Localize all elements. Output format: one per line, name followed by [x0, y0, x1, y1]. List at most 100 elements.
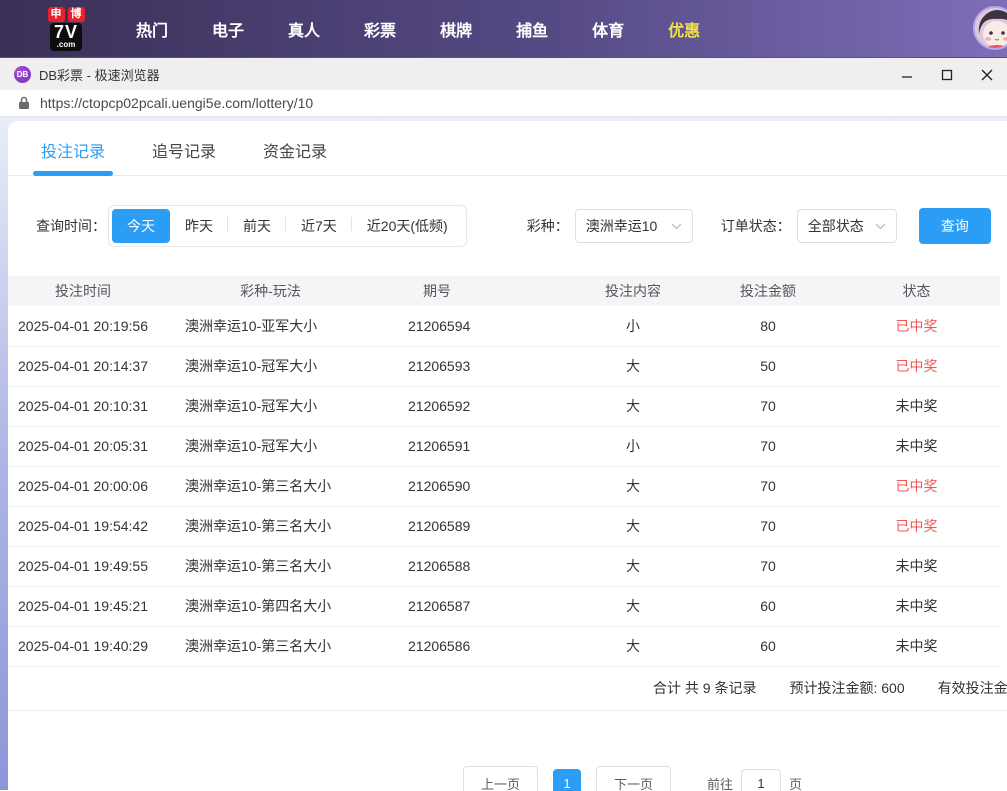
- url-text[interactable]: https://ctopcp02pcali.uengi5e.com/lotter…: [40, 95, 313, 111]
- time-option-7days[interactable]: 近7天: [286, 209, 352, 243]
- page-suffix-label: 页: [789, 774, 802, 791]
- cell-bet-content: 大: [563, 546, 703, 586]
- page-background: 投注记录 追号记录 资金记录 查询时间： 今天 昨天 前天 近7天 近20天(低…: [0, 117, 1007, 790]
- time-option-yesterday[interactable]: 昨天: [170, 209, 228, 243]
- table-row: 2025-04-01 19:45:21 澳洲幸运10-第四名大小 2120658…: [8, 586, 1000, 626]
- cell-status: 已中奖: [833, 346, 1000, 386]
- minimize-button[interactable]: [887, 58, 927, 91]
- site-logo[interactable]: 申 博 7V .com: [42, 7, 90, 51]
- table-row: 2025-04-01 20:00:06 澳洲幸运10-第三名大小 2120659…: [8, 466, 1000, 506]
- time-option-today[interactable]: 今天: [112, 209, 170, 243]
- window-title: DB彩票 - 极速浏览器: [39, 65, 160, 84]
- time-option-20days[interactable]: 近20天(低频): [352, 209, 463, 243]
- nav-item-lottery[interactable]: 彩票: [342, 17, 418, 41]
- prev-page-button[interactable]: 上一页: [463, 766, 538, 791]
- cell-bet-amount: 80: [703, 306, 833, 346]
- nav-item-sports[interactable]: 体育: [570, 17, 646, 41]
- cell-game-play: 澳洲幸运10-第四名大小: [158, 586, 383, 626]
- cell-game-play: 澳洲幸运10-第三名大小: [158, 466, 383, 506]
- cell-period: 21206586: [383, 626, 563, 666]
- summary-total: 合计 共 9 条记录: [653, 678, 756, 698]
- cell-bet-content: 大: [563, 586, 703, 626]
- cell-period: 21206588: [383, 546, 563, 586]
- time-option-daybefore[interactable]: 前天: [228, 209, 286, 243]
- close-button[interactable]: [967, 58, 1007, 91]
- bet-records-table: 投注时间 彩种-玩法 期号 投注内容 投注金额 状态 2025-04-01 20…: [8, 276, 1000, 667]
- cell-period: 21206587: [383, 586, 563, 626]
- header-bet-amount: 投注金额: [703, 276, 833, 306]
- nav-item-live[interactable]: 真人: [266, 17, 342, 41]
- record-tabs: 投注记录 追号记录 资金记录: [8, 121, 1007, 176]
- nav-item-slots[interactable]: 电子: [190, 17, 266, 41]
- cell-game-play: 澳洲幸运10-第三名大小: [158, 506, 383, 546]
- cell-bet-time: 2025-04-01 20:05:31: [8, 426, 158, 466]
- cell-bet-content: 大: [563, 626, 703, 666]
- logo-badges: 申 博: [48, 7, 85, 22]
- header-period: 期号: [383, 276, 563, 306]
- viewport: 申 博 7V .com 热门 电子 真人 彩票 棋牌 捕鱼 体育 优惠: [0, 0, 1007, 791]
- summary-expected: 预计投注金额: 600: [789, 678, 904, 698]
- nav-item-hot[interactable]: 热门: [114, 17, 190, 41]
- table-header-row: 投注时间 彩种-玩法 期号 投注内容 投注金额 状态: [8, 276, 1000, 306]
- cell-bet-amount: 60: [703, 586, 833, 626]
- user-avatar[interactable]: [973, 6, 1007, 50]
- table-row: 2025-04-01 20:19:56 澳洲幸运10-亚军大小 21206594…: [8, 306, 1000, 346]
- lottery-type-value: 澳洲幸运10: [586, 216, 658, 236]
- cell-period: 21206591: [383, 426, 563, 466]
- cell-bet-amount: 70: [703, 466, 833, 506]
- close-icon: [981, 69, 993, 81]
- order-status-label: 订单状态：: [721, 216, 791, 236]
- table-row: 2025-04-01 19:49:55 澳洲幸运10-第三名大小 2120658…: [8, 546, 1000, 586]
- minimize-icon: [901, 69, 913, 81]
- query-time-label: 查询时间：: [36, 216, 106, 236]
- summary-valid: 有效投注金额: [938, 678, 1007, 698]
- tab-chase-records[interactable]: 追号记录: [152, 121, 216, 175]
- cell-bet-content: 大: [563, 506, 703, 546]
- cell-game-play: 澳洲幸运10-冠军大小: [158, 346, 383, 386]
- search-button[interactable]: 查询: [919, 208, 991, 244]
- cell-game-play: 澳洲幸运10-冠军大小: [158, 426, 383, 466]
- nav-item-promo[interactable]: 优惠: [646, 17, 722, 41]
- filter-bar: 查询时间： 今天 昨天 前天 近7天 近20天(低频) 彩种： 澳洲幸运10 订…: [36, 205, 1007, 247]
- cell-game-play: 澳洲幸运10-亚军大小: [158, 306, 383, 346]
- page-number-current[interactable]: 1: [553, 769, 581, 791]
- cell-status: 未中奖: [833, 586, 1000, 626]
- header-bet-content: 投注内容: [563, 276, 703, 306]
- cell-bet-time: 2025-04-01 20:00:06: [8, 466, 158, 506]
- maximize-button[interactable]: [927, 58, 967, 91]
- browser-titlebar: DB DB彩票 - 极速浏览器: [0, 57, 1007, 90]
- cell-bet-content: 小: [563, 306, 703, 346]
- logo-7v-text: 7V: [54, 23, 78, 41]
- cell-period: 21206594: [383, 306, 563, 346]
- cell-bet-amount: 70: [703, 426, 833, 466]
- cell-status: 已中奖: [833, 506, 1000, 546]
- cell-game-play: 澳洲幸运10-第三名大小: [158, 626, 383, 666]
- cell-bet-time: 2025-04-01 19:49:55: [8, 546, 158, 586]
- cell-game-play: 澳洲幸运10-冠军大小: [158, 386, 383, 426]
- time-range-group: 今天 昨天 前天 近7天 近20天(低频): [108, 205, 467, 247]
- lottery-type-select[interactable]: 澳洲幸运10: [575, 209, 693, 243]
- cell-status: 未中奖: [833, 546, 1000, 586]
- cell-bet-amount: 50: [703, 346, 833, 386]
- goto-page-input[interactable]: [741, 769, 781, 791]
- goto-label: 前往: [707, 774, 733, 791]
- cell-bet-content: 大: [563, 466, 703, 506]
- avatar-image: [975, 8, 1007, 50]
- order-status-select[interactable]: 全部状态: [797, 209, 897, 243]
- window-controls: [887, 58, 1007, 91]
- site-nav: 申 博 7V .com 热门 电子 真人 彩票 棋牌 捕鱼 体育 优惠: [0, 0, 1007, 57]
- pagination: 上一页 1 下一页 前往 页: [463, 766, 802, 791]
- logo-com-text: .com: [54, 41, 78, 49]
- tab-fund-records[interactable]: 资金记录: [263, 121, 327, 175]
- browser-urlbar[interactable]: https://ctopcp02pcali.uengi5e.com/lotter…: [0, 90, 1007, 117]
- nav-item-cards[interactable]: 棋牌: [418, 17, 494, 41]
- cell-status: 已中奖: [833, 466, 1000, 506]
- next-page-button[interactable]: 下一页: [596, 766, 671, 791]
- nav-item-fishing[interactable]: 捕鱼: [494, 17, 570, 41]
- cell-bet-time: 2025-04-01 19:45:21: [8, 586, 158, 626]
- cell-period: 21206593: [383, 346, 563, 386]
- cell-bet-time: 2025-04-01 19:54:42: [8, 506, 158, 546]
- chevron-down-icon: [875, 223, 886, 230]
- tab-bet-records[interactable]: 投注记录: [41, 121, 105, 175]
- table-row: 2025-04-01 19:54:42 澳洲幸运10-第三名大小 2120658…: [8, 506, 1000, 546]
